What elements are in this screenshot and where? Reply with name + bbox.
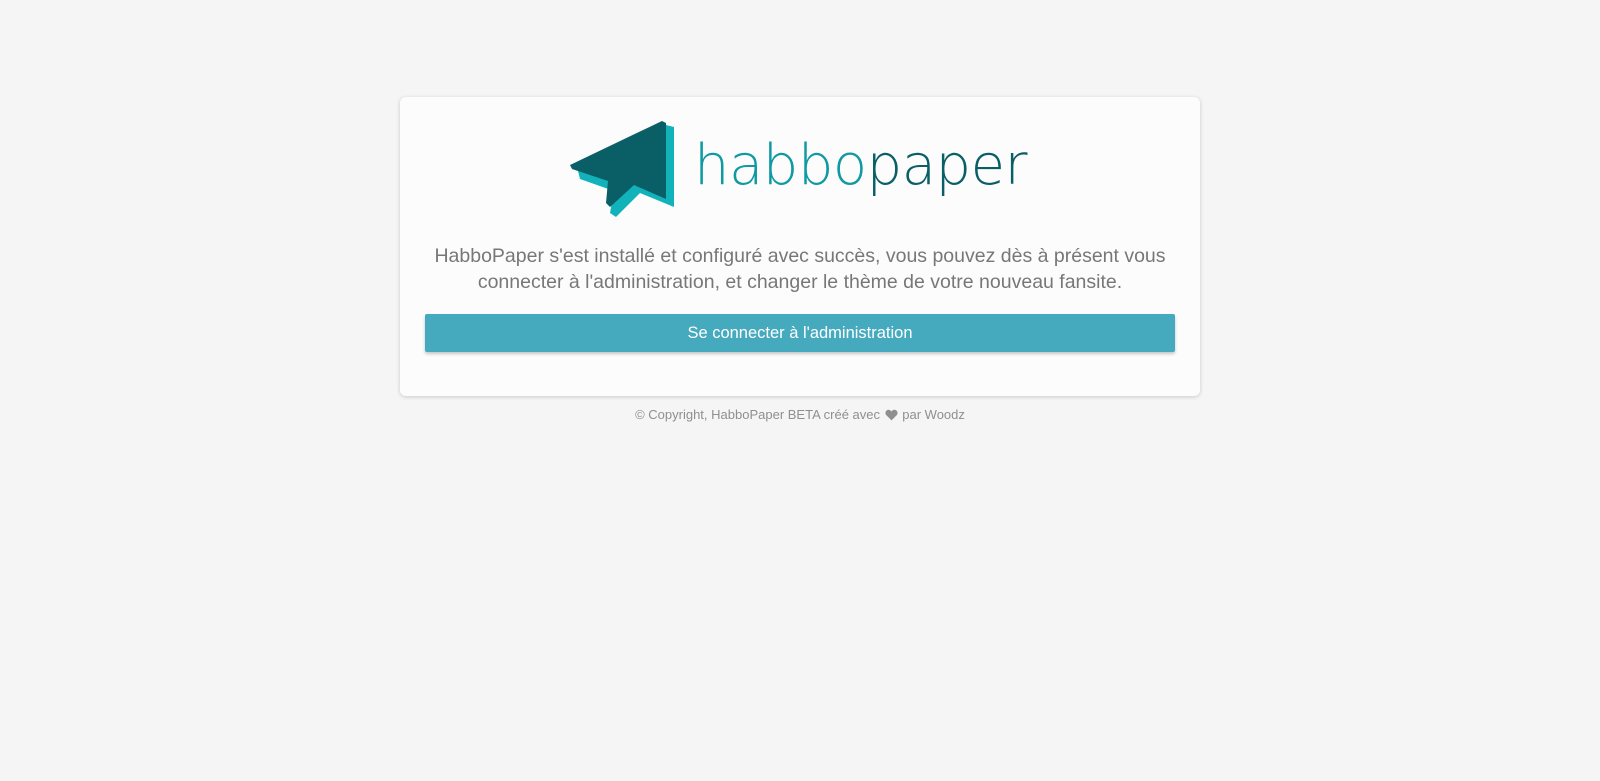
brand-name-part1: habbo — [694, 133, 867, 198]
habbopaper-logo: habbopaper — [568, 121, 1028, 217]
author-link[interactable]: Woodz — [925, 407, 965, 422]
brand-wordmark: habbopaper — [694, 138, 1028, 194]
paper-plane-speech-bubble-icon — [570, 121, 674, 217]
footer-copyright: © Copyright, HabboPaper BETA créé avec p… — [400, 407, 1200, 422]
success-message: HabboPaper s'est installé et configuré a… — [434, 245, 1166, 293]
install-success-card: habbopaper HabboPaper s'est installé et … — [400, 97, 1200, 396]
footer-by-text: par — [902, 407, 922, 422]
copyright-text: © Copyright, HabboPaper BETA créé avec — [635, 407, 880, 422]
admin-login-button[interactable]: Se connecter à l'administration — [425, 314, 1175, 352]
heart-icon — [885, 409, 898, 421]
brand-name-part2: paper — [866, 133, 1028, 198]
